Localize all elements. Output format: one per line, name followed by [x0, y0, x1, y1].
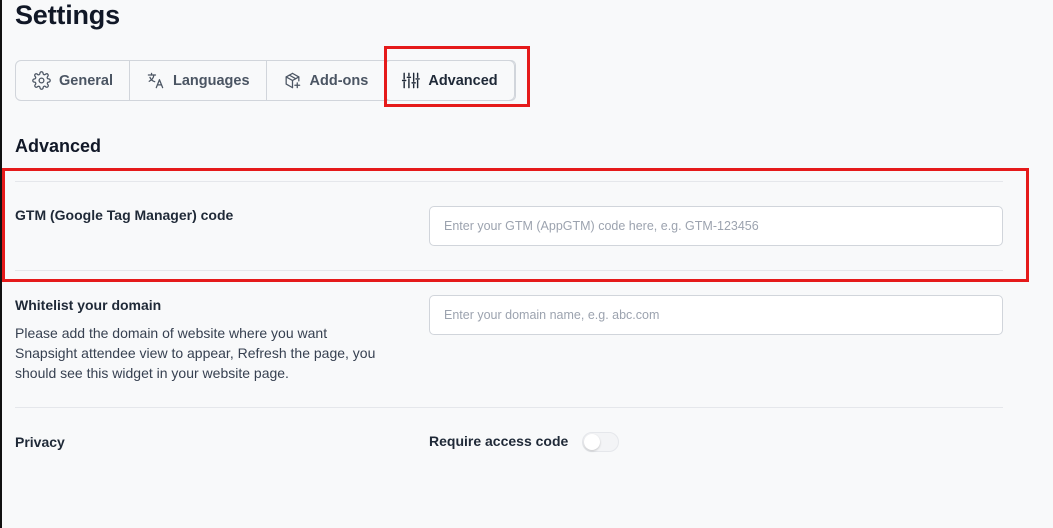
page-title: Settings [15, 0, 120, 30]
whitelist-label: Whitelist your domain [15, 297, 162, 313]
toggle-knob [584, 434, 600, 450]
translate-icon [146, 71, 165, 90]
package-add-icon [283, 71, 302, 90]
highlight-box-gtm [2, 168, 1029, 282]
tab-add-ons[interactable]: Add-ons [267, 61, 386, 100]
divider [15, 407, 1003, 408]
highlight-box-advanced-tab [384, 46, 530, 107]
tab-general[interactable]: General [16, 61, 130, 100]
privacy-label: Privacy [15, 434, 65, 450]
tab-add-ons-label: Add-ons [309, 72, 369, 89]
domain-input[interactable] [429, 295, 1003, 335]
section-title: Advanced [15, 136, 102, 156]
gear-icon [32, 71, 51, 90]
tab-languages-label: Languages [173, 72, 250, 89]
tab-general-label: General [59, 72, 113, 89]
require-access-code-label: Require access code [429, 433, 569, 449]
require-access-code-toggle[interactable] [582, 432, 619, 452]
tab-languages[interactable]: Languages [130, 61, 267, 100]
whitelist-description: Please add the domain of website where y… [15, 325, 376, 381]
